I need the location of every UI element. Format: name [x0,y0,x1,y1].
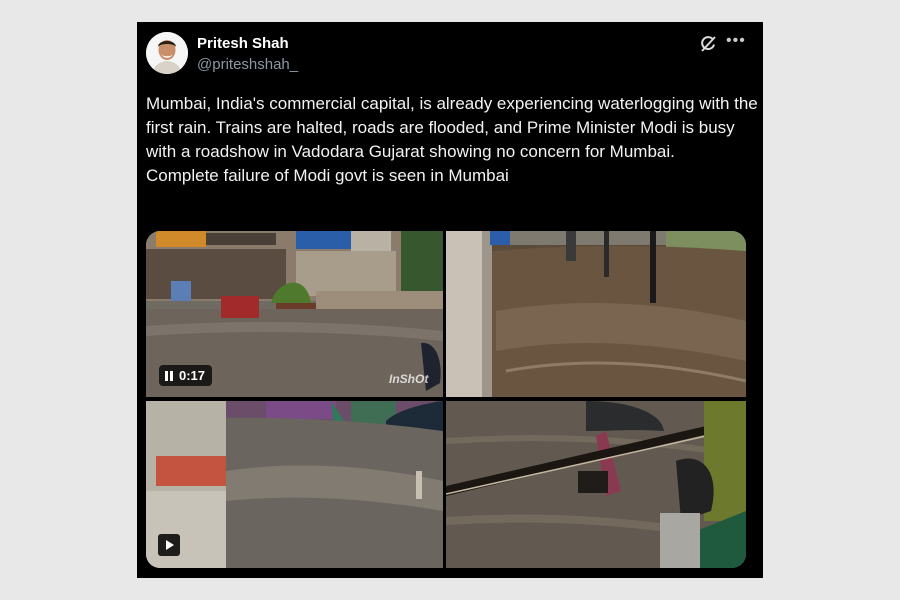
video-thumbnail-1[interactable]: 0:17 InShOt [146,231,443,397]
watermark: InShOt [389,372,429,386]
video-thumbnail-3[interactable] [146,401,443,568]
image-thumbnail-4[interactable] [446,401,746,568]
image-thumbnail-2[interactable] [446,231,746,397]
author-avatar[interactable] [146,32,188,74]
grok-icon[interactable] [699,35,717,53]
author-handle[interactable]: @priteshshah_ [197,56,298,73]
tweet-text: Mumbai, India's commercial capital, is a… [146,94,758,185]
more-icon[interactable]: ••• [726,31,746,51]
media-grid: 0:17 InShOt [146,231,746,568]
pause-icon[interactable] [165,370,174,381]
duration-label: 0:17 [179,368,206,383]
play-icon[interactable] [158,534,180,556]
author-name[interactable]: Pritesh Shah [197,35,289,52]
video-duration[interactable]: 0:17 [159,365,213,386]
tweet-card: Pritesh Shah @priteshshah_ ••• Mumbai, I… [137,22,763,578]
